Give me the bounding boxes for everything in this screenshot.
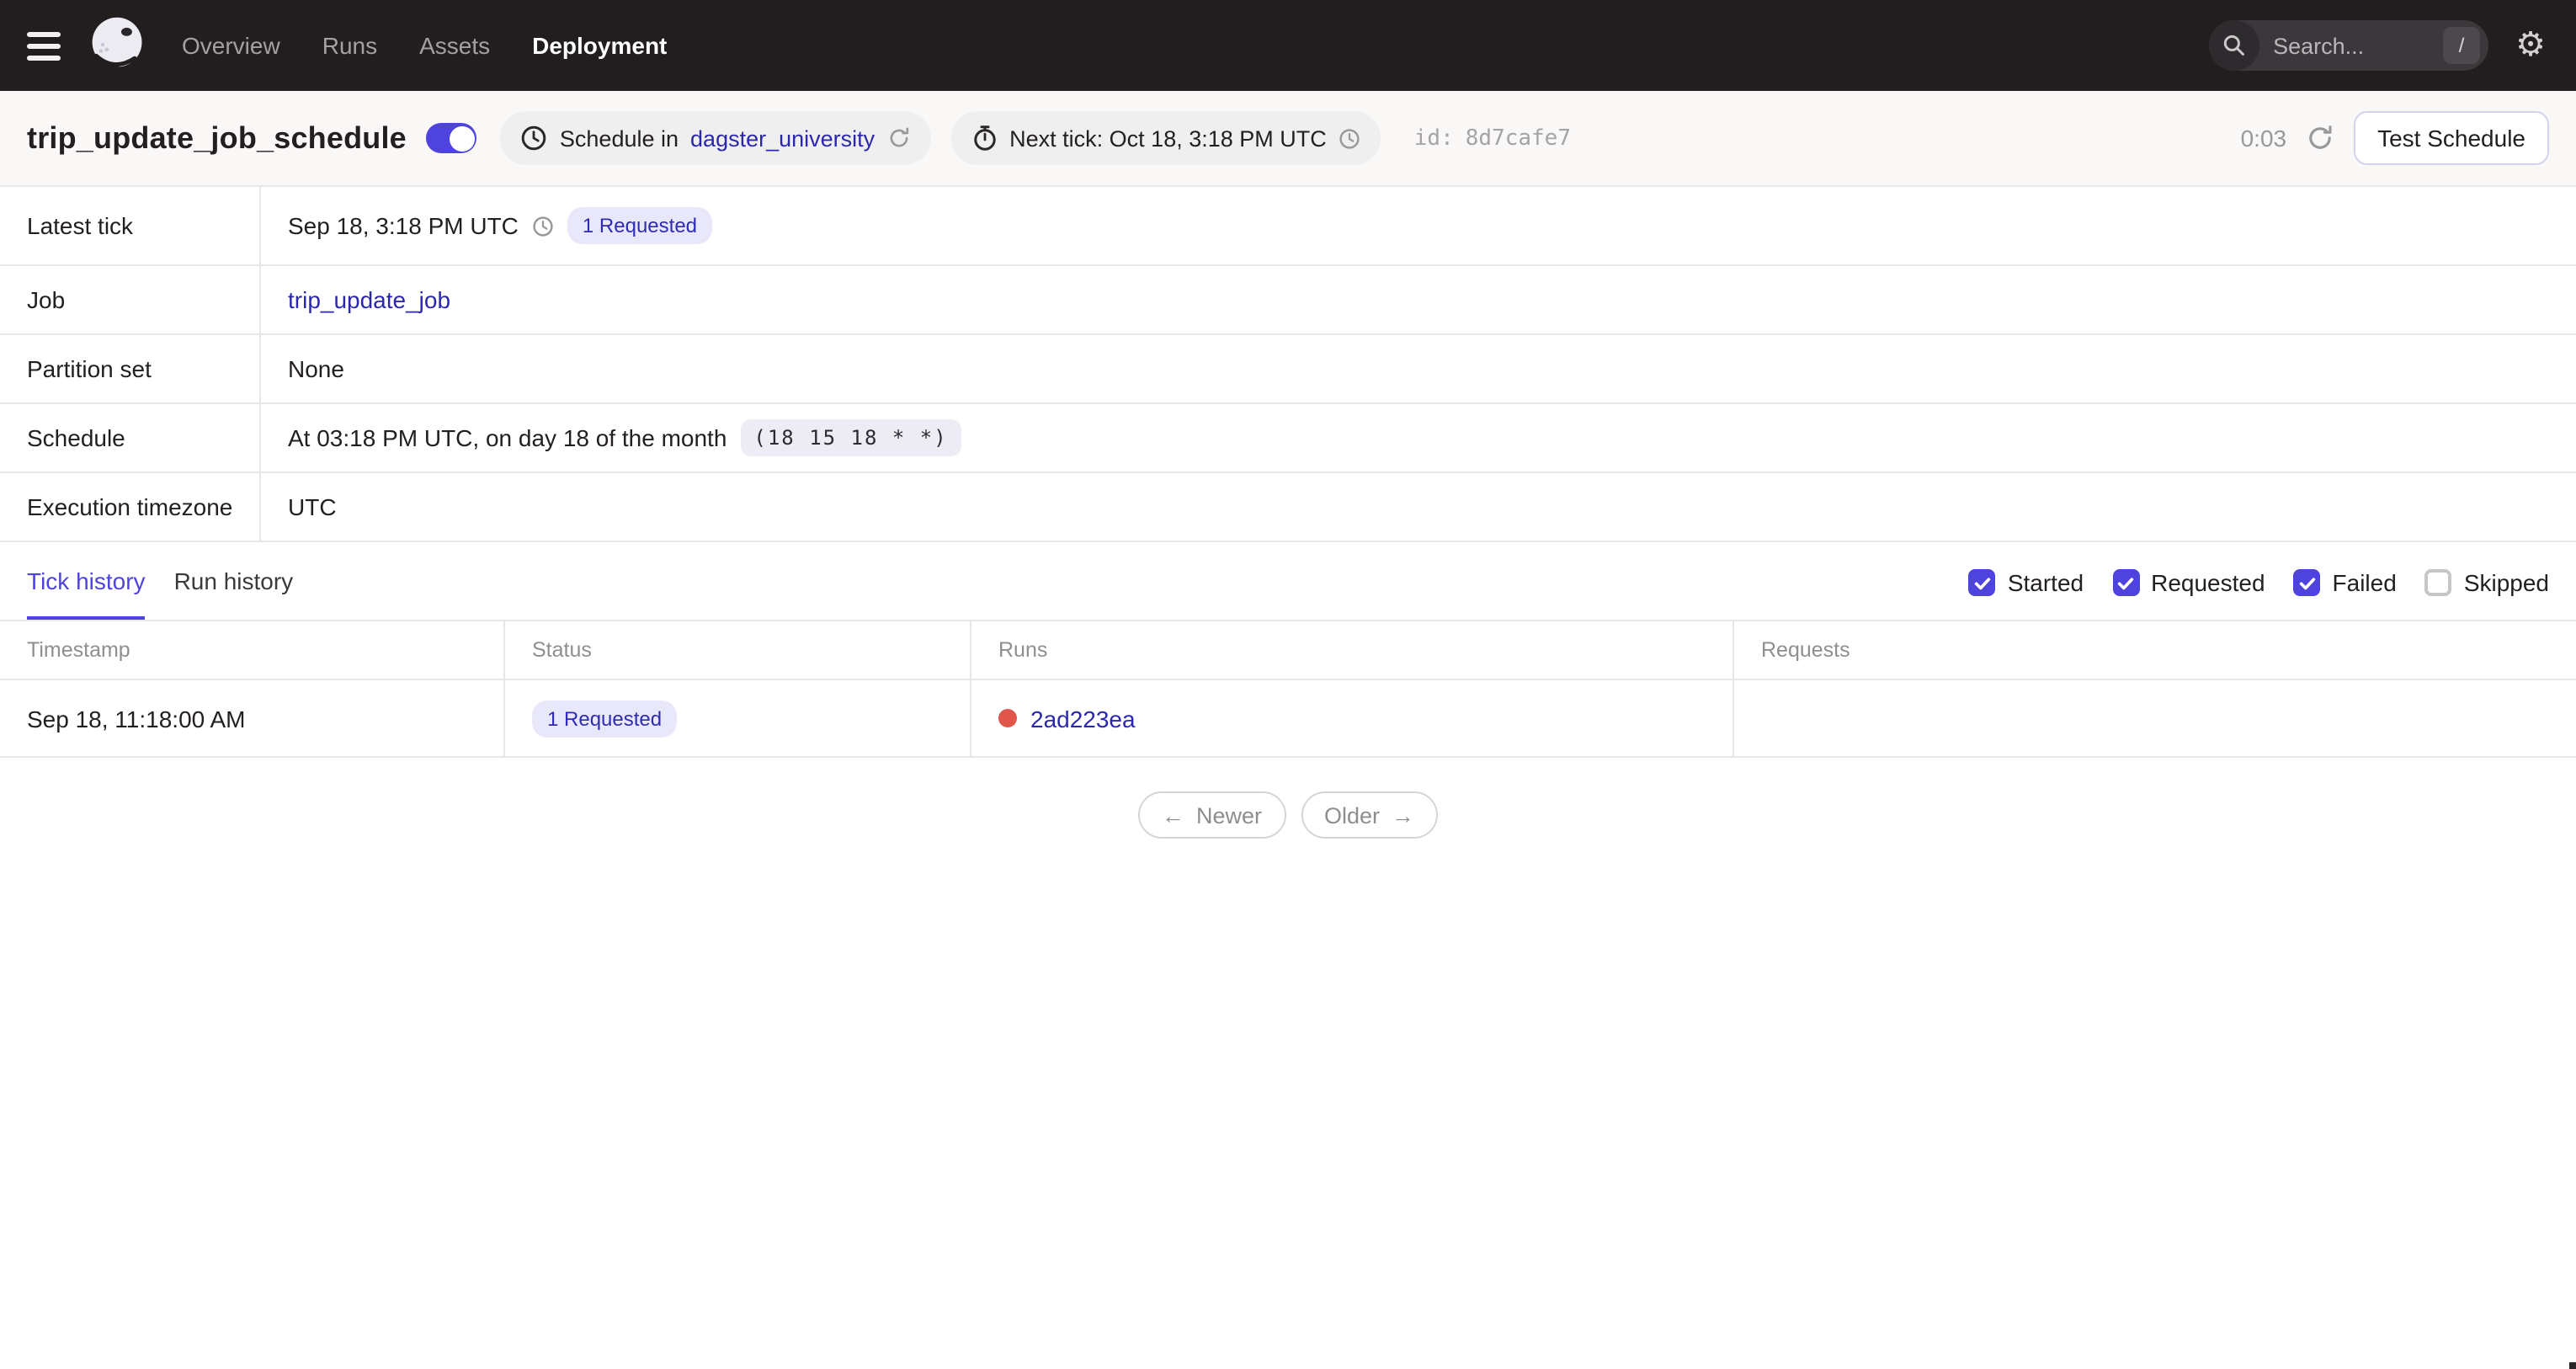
filter-requested[interactable]: Requested [2112, 569, 2265, 596]
id-value: 8d7cafe7 [1465, 125, 1571, 151]
search-input[interactable]: Search... / [2209, 20, 2489, 71]
detail-label: Execution timezone [0, 473, 261, 541]
schedule-description: At 03:18 PM UTC, on day 18 of the month [288, 424, 727, 451]
tick-status-badge[interactable]: 1 Requested [532, 700, 678, 737]
clock-icon [521, 125, 548, 152]
column-header-runs: Runs [970, 621, 1732, 679]
search-placeholder: Search... [2273, 33, 2365, 58]
tick-history-table: Timestamp Status Runs Requests Sep 18, 1… [0, 620, 2576, 758]
nav-item-overview[interactable]: Overview [182, 32, 280, 59]
pagination: ← Newer Older → [0, 791, 2576, 839]
newer-label: Newer [1195, 802, 1262, 828]
older-button[interactable]: Older → [1301, 791, 1439, 839]
refresh-icon[interactable] [2307, 125, 2334, 152]
partition-set-value: None [288, 355, 344, 382]
filter-label: Started [2007, 569, 2084, 596]
checkbox-started[interactable] [1968, 569, 1996, 596]
history-tabs-row: Tick history Run history Started Request… [0, 542, 2576, 620]
timer-icon [971, 125, 998, 152]
run-id-link[interactable]: 2ad223ea [1030, 705, 1136, 732]
corner-fragment [2569, 1362, 2576, 1369]
arrow-right-icon: → [1392, 802, 1415, 828]
code-location-link[interactable]: dagster_university [690, 125, 875, 151]
detail-row-latest-tick: Latest tick Sep 18, 3:18 PM UTC 1 Reques… [0, 187, 2576, 266]
page-header: trip_update_job_schedule Schedule in dag… [0, 91, 2576, 187]
id-label: id: [1413, 125, 1454, 151]
detail-label: Latest tick [0, 187, 261, 264]
run-failure-dot-icon [998, 709, 1017, 727]
filter-label: Failed [2332, 569, 2397, 596]
history-tabs: Tick history Run history [27, 567, 293, 620]
detail-row-partition-set: Partition set None [0, 335, 2576, 404]
detail-row-execution-timezone: Execution timezone UTC [0, 473, 2576, 542]
nav-links: Overview Runs Assets Deployment [182, 32, 667, 59]
next-tick-pill: Next tick: Oct 18, 3:18 PM UTC [950, 111, 1381, 165]
gear-icon[interactable]: ⚙ [2515, 29, 2549, 62]
refresh-countdown: 0:03 [2240, 125, 2287, 152]
arrow-left-icon: ← [1161, 802, 1184, 828]
filter-label: Skipped [2463, 569, 2549, 596]
tab-tick-history[interactable]: Tick history [27, 567, 146, 620]
nav-item-runs[interactable]: Runs [322, 32, 377, 59]
filter-skipped[interactable]: Skipped [2424, 569, 2549, 596]
latest-tick-value: Sep 18, 3:18 PM UTC [288, 212, 519, 239]
execution-timezone-value: UTC [288, 493, 337, 520]
tick-timestamp: Sep 18, 11:18:00 AM [27, 705, 246, 732]
column-header-requests: Requests [1732, 621, 2576, 679]
top-nav-right: Search... / ⚙ [2209, 20, 2549, 71]
top-nav: Overview Runs Assets Deployment Search..… [0, 0, 2576, 91]
page-title: trip_update_job_schedule [27, 120, 407, 154]
detail-label: Job [0, 266, 261, 333]
filter-started[interactable]: Started [1968, 569, 2084, 596]
status-filters: Started Requested Failed Skipped [1968, 569, 2549, 596]
test-schedule-button[interactable]: Test Schedule [2354, 111, 2549, 165]
detail-label: Partition set [0, 335, 261, 402]
column-header-status: Status [503, 621, 970, 679]
job-link[interactable]: trip_update_job [288, 286, 450, 313]
checkbox-failed[interactable] [2293, 569, 2321, 596]
filter-failed[interactable]: Failed [2293, 569, 2397, 596]
nav-item-assets[interactable]: Assets [419, 32, 490, 59]
schedule-id: id: 8d7cafe7 [1414, 125, 1571, 151]
search-shortcut-badge: / [2443, 27, 2481, 64]
search-icon [2209, 20, 2260, 71]
header-actions: 0:03 Test Schedule [2241, 111, 2549, 165]
status-badge[interactable]: 1 Requested [567, 207, 713, 244]
nav-item-deployment[interactable]: Deployment [532, 32, 667, 59]
detail-row-schedule: Schedule At 03:18 PM UTC, on day 18 of t… [0, 404, 2576, 473]
dagster-schedule-page: Overview Runs Assets Deployment Search..… [0, 0, 2576, 1369]
schedule-location-pill: Schedule in dagster_university [500, 111, 931, 165]
dagster-logo-icon[interactable] [86, 13, 150, 77]
checkbox-requested[interactable] [2112, 569, 2140, 596]
filter-label: Requested [2151, 569, 2265, 596]
tab-run-history[interactable]: Run history [174, 567, 294, 620]
detail-label: Schedule [0, 404, 261, 471]
column-header-timestamp: Timestamp [27, 638, 130, 662]
reload-location-icon[interactable] [886, 126, 910, 150]
table-row: Sep 18, 11:18:00 AM 1 Requested 2ad223ea [0, 680, 2576, 758]
next-tick-text: Next tick: Oct 18, 3:18 PM UTC [1009, 125, 1327, 151]
checkbox-skipped[interactable] [2424, 569, 2452, 596]
hamburger-menu-icon[interactable] [27, 31, 61, 60]
older-label: Older [1324, 802, 1381, 828]
schedule-in-label: Schedule in [559, 125, 679, 151]
table-header-row: Timestamp Status Runs Requests [0, 621, 2576, 680]
newer-button[interactable]: ← Newer [1137, 791, 1285, 839]
cron-string-chip: (18 15 18 * *) [740, 419, 961, 456]
schedule-details: Latest tick Sep 18, 3:18 PM UTC 1 Reques… [0, 187, 2576, 542]
timezone-clock-icon[interactable] [1339, 127, 1360, 149]
detail-row-job: Job trip_update_job [0, 266, 2576, 335]
schedule-toggle[interactable] [426, 123, 477, 153]
timezone-clock-icon[interactable] [532, 215, 554, 237]
